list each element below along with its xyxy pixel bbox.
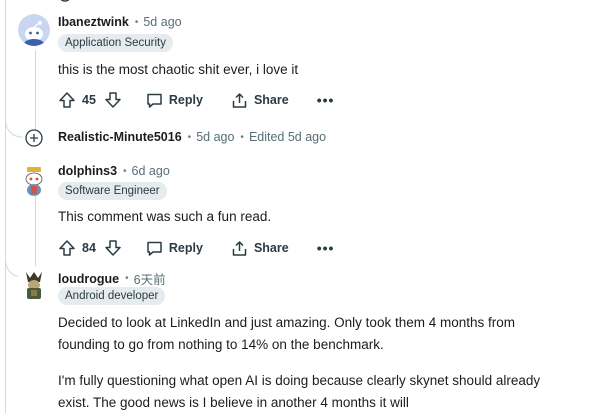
- edited-timestamp: Edited 5d ago: [248, 130, 327, 144]
- upvote-icon[interactable]: [56, 89, 78, 111]
- author-name[interactable]: Ibaneztwink: [58, 15, 129, 29]
- comment-body: This comment was such a fun read.: [58, 209, 272, 224]
- comment-actions: 84 Reply Share •••: [56, 236, 334, 260]
- comment-body-line: exist. The good news is I believe in ano…: [58, 395, 409, 410]
- comment-icon: [147, 93, 162, 108]
- vote-count: 84: [82, 241, 96, 255]
- comment-actions: 45 Reply Share •••: [56, 88, 334, 112]
- reply-button[interactable]: Reply: [146, 240, 203, 257]
- partial-action-row: [60, 0, 140, 2]
- comment-meta: Realistic-Minute5016 • 5d ago • Edited 5…: [58, 130, 326, 144]
- separator-dot: •: [123, 165, 127, 177]
- share-button[interactable]: Share: [231, 92, 289, 109]
- user-flair: Android developer: [58, 287, 166, 305]
- separator-dot: •: [240, 131, 244, 143]
- more-options-icon[interactable]: •••: [317, 92, 335, 108]
- thread-line: [35, 196, 36, 266]
- share-icon: [232, 240, 247, 256]
- reply-label: Reply: [168, 93, 203, 107]
- avatar[interactable]: [18, 14, 50, 46]
- comment-meta: Ibaneztwink • 5d ago: [58, 15, 182, 29]
- upvote-icon[interactable]: [56, 237, 78, 259]
- more-options-icon[interactable]: •••: [317, 240, 335, 256]
- vote-count: 45: [82, 93, 96, 107]
- user-flair: Application Security: [58, 34, 173, 52]
- separator-dot: •: [125, 273, 129, 284]
- comment-meta: dolphins3 • 6d ago: [58, 164, 170, 178]
- author-name[interactable]: dolphins3: [58, 164, 117, 178]
- user-flair: Software Engineer: [58, 182, 167, 200]
- separator-dot: •: [134, 16, 139, 28]
- downvote-icon[interactable]: [102, 89, 124, 111]
- downvote-icon[interactable]: [102, 237, 124, 259]
- share-label: Share: [253, 93, 289, 107]
- reply-button[interactable]: Reply: [146, 92, 203, 109]
- avatar[interactable]: [18, 164, 50, 196]
- separator-dot: •: [187, 131, 192, 143]
- expand-thread-icon[interactable]: [24, 128, 44, 148]
- thread-line: [35, 50, 36, 130]
- thread-line: [5, 0, 6, 413]
- share-button[interactable]: Share: [231, 240, 289, 257]
- comment-icon: [147, 241, 162, 256]
- author-name[interactable]: loudrogue: [58, 272, 119, 286]
- reply-label: Reply: [168, 241, 203, 255]
- thread-connector: [5, 115, 24, 138]
- comment-body-line: Decided to look at LinkedIn and just ama…: [58, 315, 515, 330]
- timestamp[interactable]: 6天前: [134, 269, 166, 288]
- timestamp[interactable]: 6d ago: [132, 164, 170, 178]
- avatar[interactable]: [18, 268, 50, 300]
- share-icon: [232, 92, 247, 108]
- comment-meta: loudrogue • 6天前: [58, 269, 166, 288]
- comment-body-line: founding to go from nothing to 14% on th…: [58, 337, 384, 352]
- timestamp[interactable]: 5d ago: [196, 130, 234, 144]
- share-label: Share: [253, 241, 289, 255]
- timestamp[interactable]: 5d ago: [143, 15, 181, 29]
- comment-body: this is the most chaotic shit ever, i lo…: [58, 62, 299, 77]
- comment-body-line: I'm fully questioning what open AI is do…: [58, 373, 541, 388]
- author-name[interactable]: Realistic-Minute5016: [58, 130, 182, 144]
